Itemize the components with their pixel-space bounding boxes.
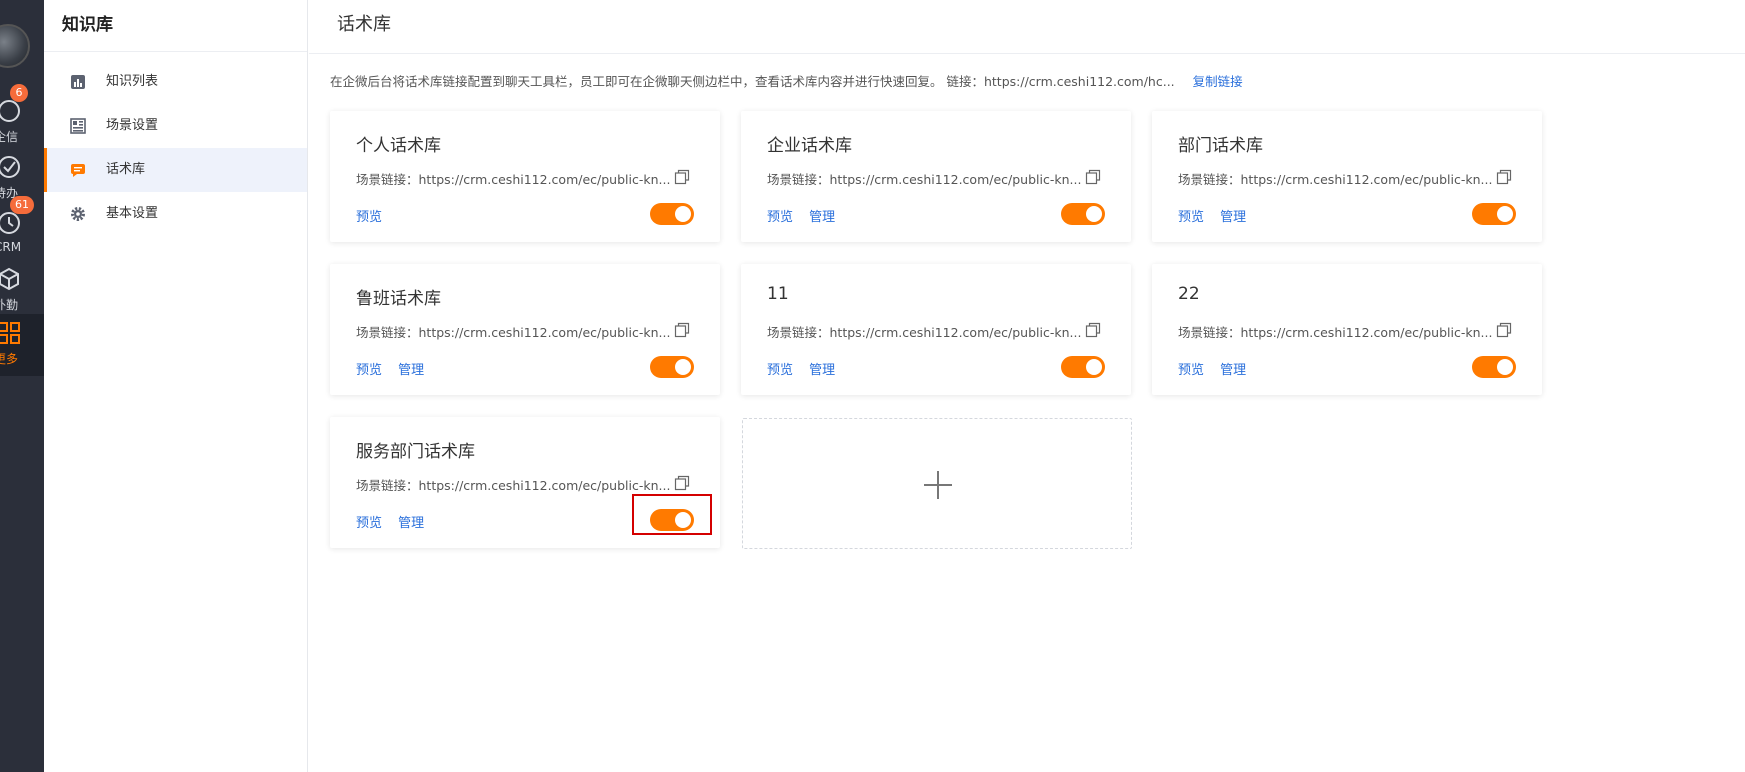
card-actions: 预览 管理: [767, 206, 847, 225]
sidebar-item-basic-settings[interactable]: 基本设置: [44, 192, 307, 236]
copy-icon[interactable]: [1085, 322, 1101, 338]
notice-text: 在企微后台将话术库链接配置到聊天工具栏，员工即可在企微聊天侧边栏中，查看话术库内…: [330, 74, 1175, 89]
rail-item-label: CRM: [0, 240, 22, 254]
rail-item-label: 外勤: [0, 298, 19, 312]
knowledge-sidebar: 知识库 知识列表 场景设置 话术库 基本设置: [44, 0, 308, 772]
sidebar-item-label: 话术库: [106, 162, 146, 177]
preview-link[interactable]: 预览: [1178, 210, 1204, 225]
preview-link[interactable]: 预览: [767, 363, 793, 378]
check-circle-icon: [0, 156, 20, 178]
enable-toggle[interactable]: [650, 203, 694, 225]
toggle-knob: [675, 359, 691, 375]
preview-link[interactable]: 预览: [356, 363, 382, 378]
card-actions: 预览 管理: [356, 359, 436, 378]
manage-link[interactable]: 管理: [809, 210, 835, 225]
card-title: 22: [1178, 284, 1200, 304]
copy-icon[interactable]: [674, 475, 690, 491]
rail-item-more[interactable]: 更多: [0, 314, 44, 376]
script-library-card: 服务部门话术库 场景链接：https://crm.ceshi112.com/ec…: [330, 417, 720, 548]
toggle-knob: [1086, 359, 1102, 375]
layout-icon: [70, 118, 86, 134]
rail-item-label: 更多: [0, 352, 19, 366]
copy-link-button[interactable]: 复制链接: [1193, 74, 1243, 89]
sidebar-item-label: 知识列表: [106, 74, 159, 89]
manage-link[interactable]: 管理: [398, 516, 424, 531]
card-title: 服务部门话术库: [356, 442, 475, 462]
main-content: 话术库 在企微后台将话术库链接配置到聊天工具栏，员工即可在企微聊天侧边栏中，查看…: [309, 0, 1745, 772]
avatar[interactable]: [0, 24, 30, 68]
sidebar-title: 知识库: [44, 0, 307, 52]
preview-link[interactable]: 预览: [1178, 363, 1204, 378]
copy-icon[interactable]: [674, 322, 690, 338]
card-actions: 预览 管理: [1178, 359, 1258, 378]
card-actions: 预览 管理: [767, 359, 847, 378]
script-library-card: 企业话术库 场景链接：https://crm.ceshi112.com/ec/p…: [741, 111, 1131, 242]
toggle-knob: [1497, 359, 1513, 375]
cube-icon: [0, 267, 19, 291]
enable-toggle[interactable]: [1061, 203, 1105, 225]
copy-icon[interactable]: [674, 169, 690, 185]
copy-icon[interactable]: [1496, 322, 1512, 338]
enable-toggle[interactable]: [1061, 356, 1105, 378]
grid-icon: [0, 322, 20, 344]
scene-link: 场景链接：https://crm.ceshi112.com/ec/public-…: [356, 325, 671, 340]
sidebar-item-scene-settings[interactable]: 场景设置: [44, 104, 307, 148]
manage-link[interactable]: 管理: [1220, 363, 1246, 378]
bar-chart-icon: [71, 75, 85, 89]
card-title: 企业话术库: [767, 136, 852, 156]
enable-toggle[interactable]: [1472, 203, 1516, 225]
scene-link: 场景链接：https://crm.ceshi112.com/ec/public-…: [1178, 172, 1493, 187]
script-library-card: 11 场景链接：https://crm.ceshi112.com/ec/publ…: [741, 264, 1131, 395]
add-library-button[interactable]: [742, 418, 1132, 549]
scene-link: 场景链接：https://crm.ceshi112.com/ec/public-…: [356, 172, 671, 187]
script-library-card: 22 场景链接：https://crm.ceshi112.com/ec/publ…: [1152, 264, 1542, 395]
app-rail: 企信 6 待办 CRM 61 外勤 更多: [0, 0, 44, 772]
rail-item-waiqin[interactable]: 外勤: [0, 260, 44, 322]
plus-icon: [924, 471, 952, 499]
sidebar-item-label: 场景设置: [106, 118, 159, 133]
script-library-card: 鲁班话术库 场景链接：https://crm.ceshi112.com/ec/p…: [330, 264, 720, 395]
card-actions: 预览 管理: [1178, 206, 1258, 225]
gear-icon: [71, 207, 85, 221]
manage-link[interactable]: 管理: [398, 363, 424, 378]
card-actions: 预览: [356, 206, 394, 225]
unread-badge: 6: [10, 84, 28, 102]
rail-item-crm[interactable]: CRM 61: [0, 196, 44, 266]
sidebar-item-label: 基本设置: [106, 206, 159, 221]
script-library-card: 个人话术库 场景链接：https://crm.ceshi112.com/ec/p…: [330, 111, 720, 242]
card-title: 11: [767, 284, 789, 304]
copy-icon[interactable]: [1085, 169, 1101, 185]
copy-icon[interactable]: [1496, 169, 1512, 185]
sidebar-item-knowledge-list[interactable]: 知识列表: [44, 60, 307, 104]
preview-link[interactable]: 预览: [356, 516, 382, 531]
unread-badge: 61: [10, 196, 34, 214]
scene-link: 场景链接：https://crm.ceshi112.com/ec/public-…: [767, 325, 1082, 340]
rail-item-qixin[interactable]: 企信 6: [0, 84, 44, 154]
card-title: 个人话术库: [356, 136, 441, 156]
card-actions: 预览 管理: [356, 512, 436, 531]
card-title: 部门话术库: [1178, 136, 1263, 156]
scene-link: 场景链接：https://crm.ceshi112.com/ec/public-…: [356, 478, 671, 493]
enable-toggle[interactable]: [1472, 356, 1516, 378]
sidebar-item-script-library[interactable]: 话术库: [44, 148, 307, 192]
preview-link[interactable]: 预览: [356, 210, 382, 225]
config-notice: 在企微后台将话术库链接配置到聊天工具栏，员工即可在企微聊天侧边栏中，查看话术库内…: [330, 71, 1243, 90]
message-icon: [71, 164, 85, 177]
card-title: 鲁班话术库: [356, 289, 441, 309]
toggle-knob: [1497, 206, 1513, 222]
preview-link[interactable]: 预览: [767, 210, 793, 225]
toggle-knob: [1086, 206, 1102, 222]
manage-link[interactable]: 管理: [1220, 210, 1246, 225]
toggle-knob: [675, 206, 691, 222]
page-title: 话术库: [309, 0, 1745, 54]
scene-link: 场景链接：https://crm.ceshi112.com/ec/public-…: [767, 172, 1082, 187]
manage-link[interactable]: 管理: [809, 363, 835, 378]
scene-link: 场景链接：https://crm.ceshi112.com/ec/public-…: [1178, 325, 1493, 340]
highlight-box: [632, 494, 712, 535]
enable-toggle[interactable]: [650, 356, 694, 378]
script-library-card: 部门话术库 场景链接：https://crm.ceshi112.com/ec/p…: [1152, 111, 1542, 242]
rail-item-label: 企信: [0, 130, 19, 144]
